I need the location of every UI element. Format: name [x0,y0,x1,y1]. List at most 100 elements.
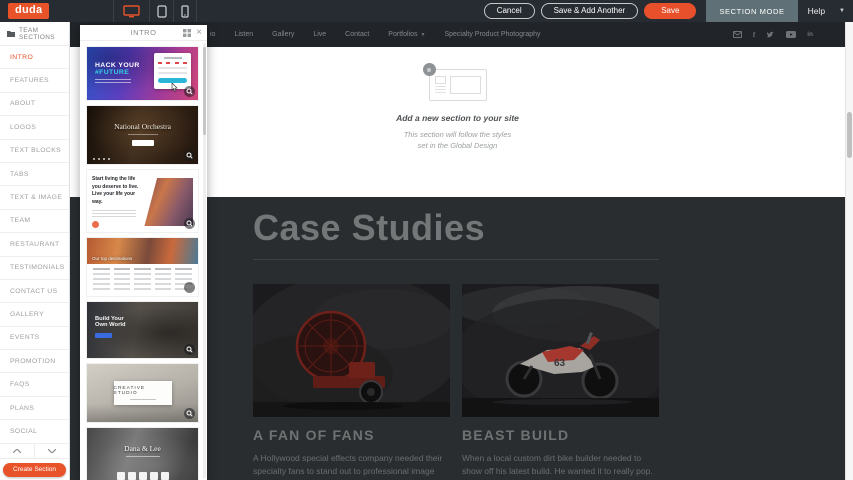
sidebar-item-faqs[interactable]: FAQS [0,373,69,396]
sidebar-item-gallery[interactable]: GALLERY [0,303,69,326]
sidebar-header: TEAM SECTIONS [0,22,69,46]
sidebar-item-features[interactable]: FEATURES [0,69,69,92]
sidebar-item-about[interactable]: ABOUT [0,93,69,116]
mobile-view-button[interactable] [173,0,197,22]
top-toolbar: duda Cancel Save & Add Another Save SECT… [0,0,853,22]
sidebar-item-team[interactable]: TEAM [0,210,69,233]
template-thumbnail-hack-your-future[interactable]: HACK YOUR #FUTURE [87,47,198,100]
template-list: HACK YOUR #FUTURE National Orchestra [80,41,207,480]
sidebar-item-plans[interactable]: PLANS [0,397,69,420]
panel-scrollbar[interactable] [203,43,206,478]
sidebar-item-tabs[interactable]: TABS [0,163,69,186]
thumb-title: Own World [95,322,126,328]
chevron-down-icon: ▼ [420,32,425,38]
nav-item-portfolios[interactable]: Portfolios▼ [388,31,425,38]
desktop-icon [123,5,140,18]
thumb-cta-button [92,221,99,228]
case-text: A Hollywood special effects company need… [253,452,450,480]
desktop-view-button[interactable] [113,0,149,22]
mobile-icon [181,5,189,18]
thumb-title-accent: #FUTURE [95,69,140,76]
nav-item-live[interactable]: Live [313,31,326,38]
twitter-icon[interactable] [766,31,775,39]
facebook-icon[interactable]: f [753,31,755,39]
thumb-title: CREATIVE STUDIO [114,386,172,396]
heading-divider [253,259,659,260]
youtube-icon[interactable] [786,31,796,38]
nav-item-specialty-product-photography[interactable]: Specialty Product Photography [444,31,540,38]
case-study-card: A FAN OF FANS A Hollywood special effect… [253,284,450,480]
template-thumbnail-dana-and-lee[interactable]: Dana & Lee [87,428,198,480]
countdown-boxes [117,472,169,480]
chevron-down-icon [48,449,56,453]
magnify-icon[interactable] [184,344,195,355]
svg-text:63: 63 [554,358,566,369]
destinations-table [87,264,198,296]
nav-item-contact[interactable]: Contact [345,31,369,38]
chevron-up-icon [13,449,21,453]
sidebar-item-social[interactable]: SOCIAL [0,420,69,443]
sidebar-item-contact-us[interactable]: CONTACT US [0,280,69,303]
sidebar-item-logos[interactable]: LOGOS [0,116,69,139]
magnify-icon[interactable] [184,150,195,161]
nav-item-listen[interactable]: Listen [234,31,253,38]
template-thumbnail-live-your-way[interactable]: Start living the life you deserve to liv… [87,170,198,232]
email-icon[interactable] [733,31,742,38]
thumb-cta-button [95,333,112,338]
magnify-icon[interactable] [184,282,195,293]
help-menu[interactable]: Help ▼ [808,6,845,16]
section-placeholder-icon [429,69,487,101]
help-label: Help [808,6,825,16]
grid-view-icon[interactable] [183,29,191,37]
page-scrollbar[interactable] [845,22,853,480]
duda-logo[interactable]: duda [8,3,49,19]
sidebar-item-events[interactable]: EVENTS [0,327,69,350]
panel-scrollbar-thumb[interactable] [203,47,206,135]
folder-icon [7,30,15,37]
form-submit-button [158,78,187,83]
sections-sidebar: TEAM SECTIONS INTRO FEATURES ABOUT LOGOS… [0,22,70,480]
template-thumbnail-national-orchestra[interactable]: National Orchestra [87,106,198,164]
thumb-title: National Orchestra [87,122,198,131]
thumb-title: Dana & Lee [87,444,198,453]
destinations-photo: Our top destinations [87,238,198,264]
fan-cart-image [253,284,450,417]
tablet-view-button[interactable] [149,0,173,22]
magnify-icon[interactable] [184,86,195,97]
section-heading: Case Studies [253,207,845,249]
case-title: A FAN OF FANS [253,427,450,443]
save-button[interactable]: Save [644,3,696,19]
save-add-another-button[interactable]: Save & Add Another [541,3,639,19]
sidebar-item-promotion[interactable]: PROMOTION [0,350,69,373]
close-icon[interactable]: × [196,28,202,38]
scroll-down-button[interactable] [35,444,69,458]
panel-header: INTRO × [80,25,207,41]
dirt-bike-image: 63 [462,284,659,417]
sidebar-item-text-blocks[interactable]: TEXT BLOCKS [0,140,69,163]
nav-item-gallery[interactable]: Gallery [272,31,294,38]
chevron-down-icon: ▼ [839,8,845,14]
sidebar-item-restaurant[interactable]: RESTAURANT [0,233,69,256]
case-text: When a local custom dirt bike builder ne… [462,452,659,480]
nav-item-clipped[interactable]: io [210,31,215,38]
sidebar-item-intro[interactable]: INTRO [0,46,69,69]
section-mode-badge: SECTION MODE [706,0,797,22]
thumb-title: Our top destinations [92,256,132,261]
thumb-cta-button [132,140,154,146]
sidebar-item-text-and-image[interactable]: TEXT & IMAGE [0,186,69,209]
sidebar-item-testimonials[interactable]: TESTIMONIALS [0,257,69,280]
intro-templates-panel: INTRO × HACK YOUR #FUTURE [80,25,207,480]
magnify-icon[interactable] [184,408,195,419]
scrollbar-thumb[interactable] [847,112,852,158]
cancel-button[interactable]: Cancel [484,3,535,19]
template-thumbnail-build-your-own-world[interactable]: Build Your Own World [87,302,198,358]
create-section-button[interactable]: Create Section [3,463,66,477]
template-thumbnail-creative-studio[interactable]: CREATIVE STUDIO [87,364,198,422]
scroll-up-button[interactable] [0,444,35,458]
site-nav-items: io Listen Gallery Live Contact Portfolio… [210,31,560,38]
linkedin-icon[interactable]: in [807,31,813,38]
sidebar-item-list: INTRO FEATURES ABOUT LOGOS TEXT BLOCKS T… [0,46,69,444]
placeholder-title: Add a new section to your site [396,113,519,123]
template-thumbnail-top-destinations[interactable]: Our top destinations [87,238,198,296]
magnify-icon[interactable] [184,218,195,229]
